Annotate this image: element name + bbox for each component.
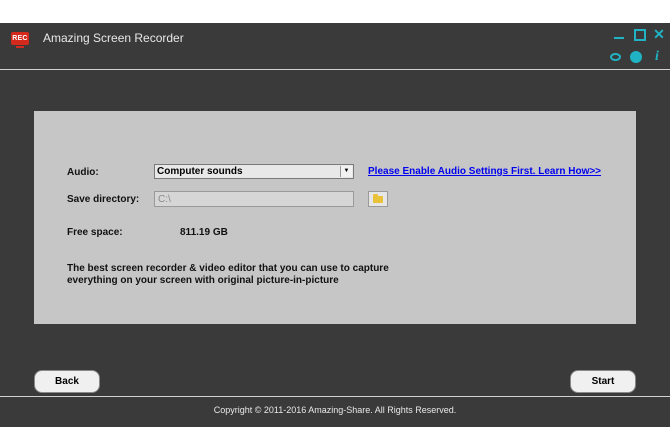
audio-settings-link[interactable]: Please Enable Audio Settings First. Lear… xyxy=(368,166,601,177)
back-button[interactable]: Back xyxy=(34,370,100,393)
free-space-label: Free space: xyxy=(67,227,123,238)
footer-divider xyxy=(0,396,670,397)
rec-logo-icon: REC xyxy=(11,32,29,48)
chevron-down-icon[interactable]: ▼ xyxy=(340,166,352,177)
title-divider xyxy=(0,69,670,70)
app-window: REC Amazing Screen Recorder ✕ i Audio: C… xyxy=(0,23,670,427)
close-icon[interactable]: ✕ xyxy=(651,26,667,42)
description-line-2: everything on your screen with original … xyxy=(67,275,339,286)
app-title: Amazing Screen Recorder xyxy=(43,31,184,45)
info-icon[interactable]: i xyxy=(650,50,664,64)
settings-panel: Audio: Computer sounds ▼ Please Enable A… xyxy=(34,111,636,324)
free-space-value: 811.19 GB xyxy=(180,227,228,238)
audio-selected-value: Computer sounds xyxy=(157,166,243,177)
minimize-icon[interactable] xyxy=(611,26,627,42)
audio-label: Audio: xyxy=(67,167,99,178)
save-directory-label: Save directory: xyxy=(67,194,140,205)
chat-icon[interactable] xyxy=(609,50,623,64)
audio-select[interactable]: Computer sounds ▼ xyxy=(154,164,354,179)
browse-folder-icon[interactable] xyxy=(368,191,388,207)
start-button[interactable]: Start xyxy=(570,370,636,393)
description-line-1: The best screen recorder & video editor … xyxy=(67,263,389,274)
title-bar: REC Amazing Screen Recorder ✕ i xyxy=(0,23,670,69)
save-directory-input[interactable] xyxy=(154,191,354,207)
copyright-text: Copyright © 2011-2016 Amazing-Share. All… xyxy=(213,405,457,415)
maximize-icon[interactable] xyxy=(631,26,647,42)
globe-icon[interactable] xyxy=(629,50,643,64)
